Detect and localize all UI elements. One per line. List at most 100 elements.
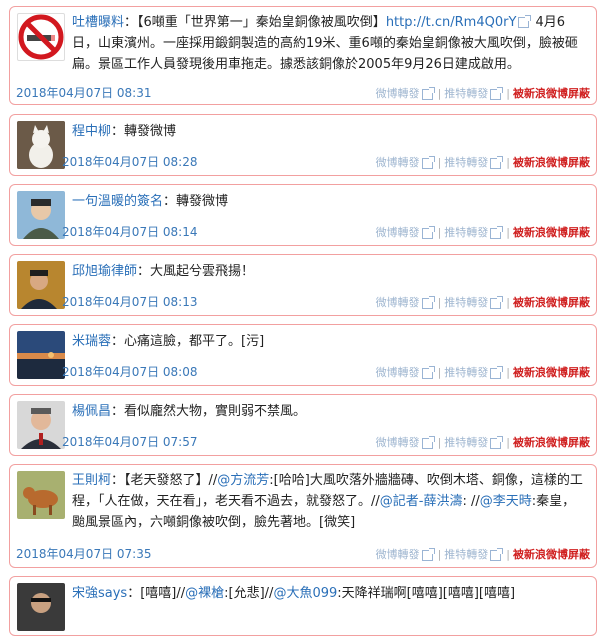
separator: | bbox=[506, 87, 510, 100]
post-username[interactable]: 程中柳 bbox=[72, 124, 111, 139]
weibo-repost-link[interactable]: 微博轉發 bbox=[376, 226, 420, 239]
post-actions: 微博轉發 | 推特轉發 | 被新浪微博屏蔽 bbox=[376, 154, 590, 170]
post-body: ：大風起兮雲飛揚！ bbox=[137, 264, 255, 279]
cat-photo-icon[interactable] bbox=[17, 121, 65, 169]
separator: | bbox=[506, 436, 510, 449]
portrait-photo-icon[interactable] bbox=[17, 401, 65, 449]
mention-link[interactable]: @裸槍 bbox=[185, 586, 224, 601]
mention-link[interactable]: @大魚099 bbox=[273, 586, 337, 601]
twitter-repost-link[interactable]: 推特轉發 bbox=[444, 87, 488, 100]
weibo-repost-link[interactable]: 微博轉發 bbox=[376, 87, 420, 100]
portrait-photo-icon[interactable] bbox=[17, 583, 65, 631]
censored-label[interactable]: 被新浪微博屏蔽 bbox=[513, 296, 590, 309]
post-timestamp[interactable]: 2018年04月07日 08:28 bbox=[62, 153, 197, 170]
weibo-repost-link[interactable]: 微博轉發 bbox=[376, 366, 420, 379]
post-text: 邱旭瑜律師：大風起兮雲飛揚！ bbox=[72, 261, 588, 282]
twitter-repost-link[interactable]: 推特轉發 bbox=[444, 226, 488, 239]
post-timestamp[interactable]: 2018年04月07日 08:31 bbox=[16, 84, 151, 101]
dog-photo-icon[interactable] bbox=[17, 471, 65, 519]
post-username[interactable]: 邱旭瑜律師 bbox=[72, 264, 137, 279]
post-body: ：轉發微博 bbox=[163, 194, 229, 209]
separator: | bbox=[437, 366, 442, 379]
post-timestamp[interactable]: 2018年04月07日 08:13 bbox=[62, 293, 197, 310]
post-card: 楊佩昌：看似龐然大物，實則弱不禁風。 2018年04月07日 07:57 微博轉… bbox=[9, 394, 597, 456]
external-link-icon bbox=[421, 155, 435, 169]
post-username[interactable]: 王則柯 bbox=[72, 473, 111, 488]
post-text: 吐槽曝料：【6噸重「世界第一」秦始皇銅像被風吹倒】http://t.cn/Rm4… bbox=[72, 12, 588, 75]
post-text: 楊佩昌：看似龐然大物，實則弱不禁風。 bbox=[72, 401, 588, 422]
external-link-icon bbox=[421, 365, 435, 379]
external-link-icon bbox=[490, 547, 504, 561]
censored-label[interactable]: 被新浪微博屏蔽 bbox=[513, 156, 590, 169]
mention-link[interactable]: @記者-薛洪濤 bbox=[380, 494, 463, 509]
post-username[interactable]: 一句溫暖的簽名 bbox=[72, 194, 163, 209]
post-card: 吐槽曝料：【6噸重「世界第一」秦始皇銅像被風吹倒】http://t.cn/Rm4… bbox=[9, 6, 597, 105]
twitter-repost-link[interactable]: 推特轉發 bbox=[444, 366, 488, 379]
post-body: ：[嘻嘻]// bbox=[127, 586, 186, 601]
post-timestamp[interactable]: 2018年04月07日 07:35 bbox=[16, 545, 151, 562]
sunset-photo-icon[interactable] bbox=[17, 331, 65, 379]
weibo-repost-link[interactable]: 微博轉發 bbox=[376, 436, 420, 449]
post-text: 一句溫暖的簽名：轉發微博 bbox=[72, 191, 588, 212]
external-link-icon bbox=[490, 86, 504, 100]
post-text: 程中柳：轉發微博 bbox=[72, 121, 588, 142]
separator: | bbox=[437, 87, 442, 100]
weibo-repost-link[interactable]: 微博轉發 bbox=[376, 156, 420, 169]
post-timestamp[interactable]: 2018年04月07日 08:08 bbox=[62, 363, 197, 380]
post-headline: 【6噸重「世界第一」秦始皇銅像被風吹倒】 bbox=[137, 15, 386, 30]
external-link-icon bbox=[490, 435, 504, 449]
post-timestamp[interactable]: 2018年04月07日 07:57 bbox=[62, 433, 197, 450]
post-actions: 微博轉發 | 推特轉發 | 被新浪微博屏蔽 bbox=[376, 364, 590, 380]
separator: | bbox=[506, 296, 510, 309]
separator: | bbox=[506, 156, 510, 169]
post-card: 邱旭瑜律師：大風起兮雲飛揚！ 2018年04月07日 08:13 微博轉發 | 推特… bbox=[9, 254, 597, 316]
post-body: ：【老天發怒了】// bbox=[111, 473, 218, 488]
censored-label[interactable]: 被新浪微博屏蔽 bbox=[513, 436, 590, 449]
post-card: 宋強says：[嘻嘻]//@裸槍:[允悲]//@大魚099:天降祥瑞啊[嘻嘻][… bbox=[9, 576, 597, 636]
post-card: 程中柳：轉發微博 2018年04月07日 08:28 微博轉發 | 推特轉發 | 被新浪… bbox=[9, 114, 597, 176]
portrait-photo-icon[interactable] bbox=[17, 191, 65, 239]
weibo-repost-link[interactable]: 微博轉發 bbox=[376, 548, 420, 561]
external-link-icon bbox=[421, 86, 435, 100]
post-colon: ： bbox=[124, 15, 138, 30]
external-link-icon bbox=[490, 155, 504, 169]
twitter-repost-link[interactable]: 推特轉發 bbox=[444, 436, 488, 449]
post-actions: 微博轉發 | 推特轉發 | 被新浪微博屏蔽 bbox=[376, 434, 590, 450]
censored-label[interactable]: 被新浪微博屏蔽 bbox=[513, 548, 590, 561]
post-card: 米瑞蓉：心痛這臉，都平了。[污] 2018年04月07日 08:08 微博轉發 |… bbox=[9, 324, 597, 386]
mention-link[interactable]: @方流芳 bbox=[217, 473, 269, 488]
post-body: ：心痛這臉，都平了。[污] bbox=[111, 334, 265, 349]
censored-label[interactable]: 被新浪微博屏蔽 bbox=[513, 226, 590, 239]
post-card: 王則柯：【老天發怒了】//@方流芳:[哈哈]大風吹落外牆牆磚、吹倒木塔、銅像，這… bbox=[9, 464, 597, 568]
post-timestamp[interactable]: 2018年04月07日 08:14 bbox=[62, 223, 197, 240]
separator: | bbox=[437, 156, 442, 169]
post-username[interactable]: 米瑞蓉 bbox=[72, 334, 111, 349]
post-feed: 吐槽曝料：【6噸重「世界第一」秦始皇銅像被風吹倒】http://t.cn/Rm4… bbox=[0, 0, 609, 636]
post-username[interactable]: 吐槽曝料 bbox=[72, 15, 124, 30]
post-username[interactable]: 宋強says bbox=[72, 586, 127, 601]
portrait-photo-icon[interactable] bbox=[17, 261, 65, 309]
mention-link[interactable]: @李天時 bbox=[480, 494, 532, 509]
twitter-repost-link[interactable]: 推特轉發 bbox=[444, 156, 488, 169]
post-body: :天降祥瑞啊[嘻嘻][嘻嘻][嘻嘻] bbox=[337, 586, 516, 601]
no-smoking-icon[interactable] bbox=[17, 13, 65, 61]
separator: | bbox=[437, 436, 442, 449]
weibo-repost-link[interactable]: 微博轉發 bbox=[376, 296, 420, 309]
censored-label[interactable]: 被新浪微博屏蔽 bbox=[513, 366, 590, 379]
post-body: ：看似龐然大物，實則弱不禁風。 bbox=[111, 404, 307, 419]
external-link-icon bbox=[421, 547, 435, 561]
twitter-repost-link[interactable]: 推特轉發 bbox=[444, 548, 488, 561]
post-text: 宋強says：[嘻嘻]//@裸槍:[允悲]//@大魚099:天降祥瑞啊[嘻嘻][… bbox=[72, 583, 588, 604]
separator: | bbox=[437, 226, 442, 239]
external-link-icon bbox=[490, 225, 504, 239]
post-username[interactable]: 楊佩昌 bbox=[72, 404, 111, 419]
censored-label[interactable]: 被新浪微博屏蔽 bbox=[513, 87, 590, 100]
post-body: : // bbox=[462, 494, 480, 509]
post-link[interactable]: http://t.cn/Rm4Q0rY bbox=[386, 15, 517, 30]
twitter-repost-link[interactable]: 推特轉發 bbox=[444, 296, 488, 309]
external-link-icon bbox=[518, 15, 532, 28]
post-text: 王則柯：【老天發怒了】//@方流芳:[哈哈]大風吹落外牆牆磚、吹倒木塔、銅像，這… bbox=[72, 470, 588, 533]
external-link-icon bbox=[421, 295, 435, 309]
external-link-icon bbox=[490, 295, 504, 309]
separator: | bbox=[437, 296, 442, 309]
